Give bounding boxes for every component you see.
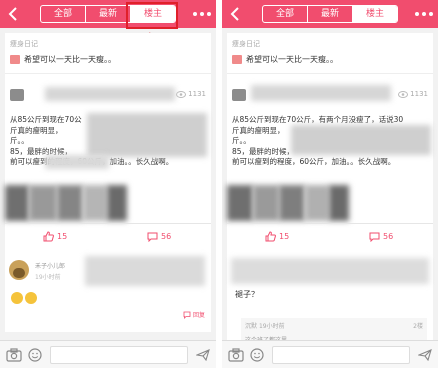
eye-icon [176,90,187,98]
post-actions: 15 56 [5,223,211,251]
comment-count: 56 [161,232,172,241]
post-photos[interactable] [227,185,349,221]
tab-latest[interactable]: 最新 [308,6,353,22]
comment-author[interactable]: 禾子小儿郎 [35,261,65,270]
comment-button[interactable]: 56 [369,231,393,242]
blurred-region [45,87,175,101]
sub-reply-floor: 2楼 [413,323,423,330]
more-icon[interactable] [415,12,433,18]
post-title-row: 希望可以一天比一天瘦。。 [10,53,116,65]
comment-input[interactable] [272,346,410,364]
view-counter: 1131 [176,90,206,98]
blurred-region [291,125,431,155]
comment-card: 禾子小儿郎 19小时前 回复 [5,252,211,332]
post-tag-icon [10,54,20,64]
post-body-line: 从85公斤到现在70公斤，有两个月没瘦了，话说30 [232,115,404,124]
top-bar: 全部 最新 楼主 [222,0,438,28]
avatar[interactable] [9,260,29,280]
tab-all[interactable]: 全部 [263,6,308,22]
view-count: 1131 [188,90,206,98]
emoji-icon[interactable] [250,348,264,362]
like-button[interactable]: 15 [43,231,67,242]
eye-icon [398,90,409,98]
sub-reply-meta: 沉默 19小时前 [245,321,285,330]
comment-icon [147,232,158,242]
comment-emojis [11,292,39,304]
view-count: 1131 [410,90,428,98]
photo-thumb[interactable] [279,185,305,221]
post-card[interactable]: 痩身日记 希望可以一天比一天瘦。。 1131 从85公斤到现在70公斤，有两个月… [227,33,433,253]
tab-op[interactable]: 楼主 [353,6,397,22]
sub-reply-time: 19小时前 [258,323,285,330]
camera-icon[interactable] [228,348,244,362]
reply-label: 回复 [192,312,205,319]
like-icon [43,231,54,242]
reply-button[interactable]: 回复 [183,310,205,319]
highlight-box [126,2,178,29]
comment-count: 56 [383,232,394,241]
photo-thumb[interactable] [5,185,29,221]
photo-thumb[interactable] [329,185,349,221]
right-screenshot: 全部 最新 楼主 痩身日记 希望可以一天比一天瘦。。 1131 从85公斤到现在… [222,0,438,368]
post-category: 痩身日记 [10,40,38,48]
view-counter: 1131 [398,90,428,98]
input-bar [222,340,438,368]
photo-thumb[interactable] [57,185,83,221]
tab-latest[interactable]: 最新 [86,6,131,22]
emoji-icon [11,292,23,304]
photo-thumb[interactable] [83,185,107,221]
comment-card: 褪子？ 沉默 19小时前 2楼 这个班了都这里 [227,252,433,346]
filter-tabs: 全部 最新 楼主 [262,5,398,23]
like-count: 15 [279,232,290,241]
post-tag-icon [232,54,242,64]
blurred-region [87,113,207,157]
comment-text: 褪子？ [235,290,259,299]
reply-icon [183,311,191,319]
left-screenshot: 全部 最新 楼主 痩身日记 希望可以一天比一天瘦。。 1131 从85公斤到现在… [0,0,216,368]
blurred-region [231,258,429,284]
post-title: 希望可以一天比一天瘦。。 [24,54,116,64]
post-card[interactable]: 痩身日记 希望可以一天比一天瘦。。 1131 从85公斤到现在70公 斤真的瘦明… [5,33,211,253]
comment-time: 19小时前 [35,274,61,281]
divider [5,73,211,74]
blurred-region [85,256,205,286]
post-actions: 15 56 [227,223,433,251]
post-category: 痩身日记 [232,40,260,48]
photo-thumb[interactable] [305,185,329,221]
input-bar [0,340,216,368]
send-icon[interactable] [418,349,432,361]
photo-thumb[interactable] [107,185,127,221]
like-count: 15 [57,232,68,241]
back-icon[interactable] [228,6,244,22]
comment-input[interactable] [50,346,188,364]
post-title: 希望可以一天比一天瘦。。 [246,54,338,64]
send-icon[interactable] [196,349,210,361]
photo-thumb[interactable] [253,185,279,221]
avatar[interactable] [10,89,24,101]
blurred-region [251,85,391,101]
photo-thumb[interactable] [29,185,57,221]
like-button[interactable]: 15 [265,231,289,242]
divider [227,73,433,74]
top-bar: 全部 最新 楼主 [0,0,216,28]
emoji-icon [25,292,37,304]
more-icon[interactable] [193,12,211,18]
comment-button[interactable]: 56 [147,231,171,242]
like-icon [265,231,276,242]
photo-thumb[interactable] [227,185,253,221]
post-photos[interactable] [5,185,127,221]
blurred-region [45,155,109,169]
avatar[interactable] [232,89,246,101]
sub-reply-author[interactable]: 沉默 [245,323,257,330]
camera-icon[interactable] [6,348,22,362]
emoji-icon[interactable] [28,348,42,362]
post-body-line: 前可以瘦到的程度，60公斤，加油。。长久战啊。 [232,157,396,166]
tab-all[interactable]: 全部 [41,6,86,22]
post-body-line: 前可以瘦到的程度，60公斤，加油。。长久战啊。 [10,157,208,168]
comment-icon [369,232,380,242]
post-title-row: 希望可以一天比一天瘦。。 [232,53,338,65]
back-icon[interactable] [6,6,22,22]
